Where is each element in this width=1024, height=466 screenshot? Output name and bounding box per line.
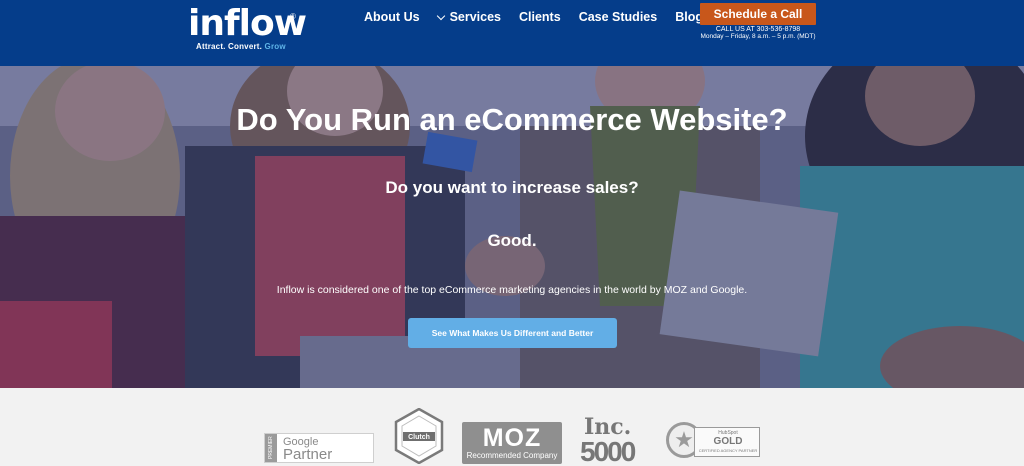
- nav-about-us[interactable]: About Us: [364, 10, 420, 24]
- hero-title: Do You Run an eCommerce Website?: [236, 102, 788, 137]
- chevron-down-icon: [436, 11, 445, 20]
- inc-5000-badge: Inc. 5000: [580, 414, 652, 466]
- hubspot-caption: CERTIFIED AGENCY PARTNER: [698, 448, 758, 453]
- logo-wordmark: inflow: [188, 3, 307, 44]
- hero-answer: Good.: [487, 231, 537, 250]
- moz-logo-text: MOZ: [482, 424, 542, 452]
- hero-section: Do You Run an eCommerce Website? Do you …: [0, 66, 1024, 388]
- see-what-makes-us-different-button[interactable]: See What Makes Us Different and Better: [408, 318, 617, 348]
- badges-strip: PREMIER Google Partner Clutch MOZ Recomm…: [0, 388, 1024, 466]
- hubspot-tier: GOLD: [713, 436, 743, 447]
- nav-clients[interactable]: Clients: [519, 10, 561, 24]
- hero-question: Do you want to increase sales?: [385, 178, 639, 197]
- clutch-hexagon-icon: Clutch: [394, 407, 444, 465]
- hubspot-ribbon: HubSpot GOLD CERTIFIED AGENCY PARTNER: [694, 427, 760, 457]
- nav-services[interactable]: Services: [436, 10, 501, 24]
- moz-recommended-badge: MOZ Recommended Company: [462, 422, 562, 464]
- inflow-logo[interactable]: inflow ® Attract. Convert. Grow: [188, 6, 307, 52]
- hero-description: Inflow is considered one of the top eCom…: [276, 284, 748, 296]
- hubspot-gold-badge: ★ HubSpot GOLD CERTIFIED AGENCY PARTNER: [666, 422, 762, 464]
- main-nav: About Us Services Clients Case Studies B…: [364, 8, 721, 26]
- logo-word-text: inflow: [188, 3, 307, 44]
- logo-tagline-a: Attract. Convert.: [196, 42, 263, 51]
- schedule-call-button[interactable]: Schedule a Call: [700, 3, 816, 25]
- hours-line: Monday – Friday, 8 a.m. – 5 p.m. (MDT): [700, 33, 816, 40]
- phone-line[interactable]: CALL US AT 303-536-8798: [700, 26, 816, 33]
- google-partner-line2: Partner: [283, 446, 333, 463]
- nav-blog[interactable]: Blog: [675, 10, 703, 24]
- moz-badge-caption: Recommended Company: [466, 451, 558, 460]
- clutch-label: Clutch: [408, 434, 430, 441]
- logo-tagline-b: Grow: [264, 42, 286, 51]
- inc-5000-number: 5000: [580, 436, 636, 466]
- google-partner-side-label: PREMIER: [265, 434, 277, 462]
- logo-tagline: Attract. Convert. Grow: [196, 42, 286, 51]
- nav-case-studies[interactable]: Case Studies: [579, 10, 658, 24]
- logo-registered-mark: ®: [290, 12, 296, 21]
- nav-services-label: Services: [449, 10, 501, 24]
- site-header: inflow ® Attract. Convert. Grow About Us…: [0, 0, 1024, 66]
- google-partner-badge: PREMIER Google Partner: [264, 433, 374, 463]
- clutch-badge: Clutch: [394, 407, 444, 465]
